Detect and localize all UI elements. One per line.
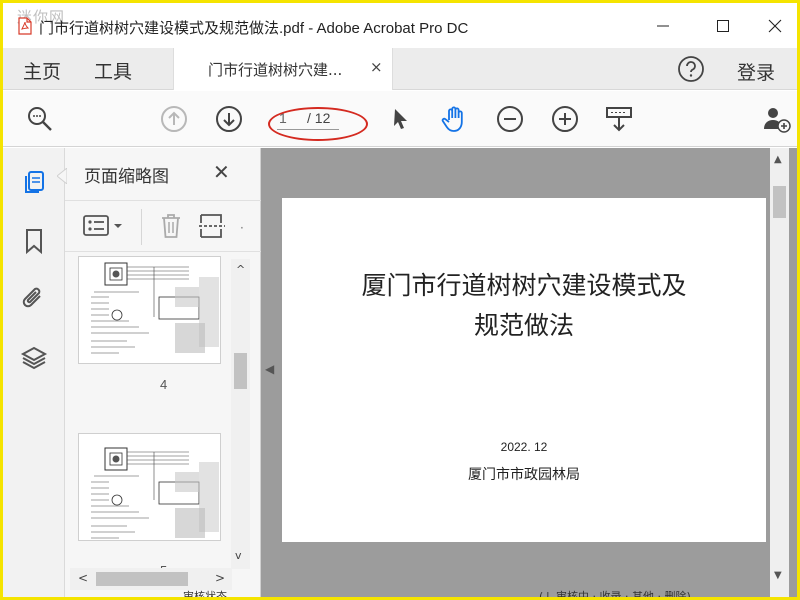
scroll-left-arrow[interactable]: < xyxy=(78,571,88,585)
tab-tools[interactable]: 工具 xyxy=(94,57,132,84)
list-options-icon xyxy=(83,215,122,236)
window-title: 门市行道树树穴建设模式及规范做法.pdf - Adobe Acrobat Pro… xyxy=(39,20,469,37)
scroll-down-arrow[interactable]: v xyxy=(235,549,242,562)
login-button[interactable]: 登录 xyxy=(737,58,775,85)
thumbnails-vertical-scrollbar[interactable]: ^ v xyxy=(231,259,250,569)
bottom-overlay-text-right: (↓ 审核中 · 收录 · 其他 · 删除) xyxy=(539,590,691,600)
scroll-mode-button[interactable] xyxy=(604,104,634,134)
copy-pages-icon xyxy=(25,171,44,193)
layers-button[interactable] xyxy=(19,343,49,373)
page-split-icon xyxy=(199,214,225,238)
cursor-arrow-icon xyxy=(394,109,407,129)
minus-circle-icon xyxy=(497,106,523,132)
document-date: 2022. 12 xyxy=(500,440,548,454)
next-page-button[interactable] xyxy=(214,104,244,134)
scrollbar-thumb[interactable] xyxy=(773,186,786,218)
document-organization: 厦门市市政园林局 xyxy=(468,467,580,483)
minimize-icon xyxy=(657,25,669,26)
document-view[interactable]: ◀ 厦门市行道树树穴建设模式及 规范做法 2022. 12 厦门市市政园林局 ▲… xyxy=(261,148,797,597)
drawing-preview xyxy=(91,262,219,354)
bookmark-icon xyxy=(26,229,42,255)
thumbnail-options-button[interactable] xyxy=(83,214,125,242)
share-user-button[interactable] xyxy=(761,104,791,134)
layers-icon xyxy=(20,346,48,370)
drawing-preview xyxy=(91,447,219,539)
document-tab-label: 门市行道树树穴建... xyxy=(208,61,343,79)
page-thumbnails-button[interactable] xyxy=(19,168,49,198)
add-user-icon xyxy=(764,108,791,133)
document-title-line-1: 厦门市行道树树穴建设模式及 xyxy=(361,271,687,300)
title-bar: 迷你网 门市行道树树穴建设模式及规范做法.pdf - Adobe Acrobat… xyxy=(3,3,797,48)
thumbnail-page-4[interactable] xyxy=(78,256,221,364)
scroll-up-arrow[interactable]: ^ xyxy=(236,263,245,276)
paperclip-icon xyxy=(22,287,41,308)
more-tools-indicator[interactable]: · xyxy=(240,221,244,235)
panel-title: 页面缩略图 xyxy=(84,167,169,187)
scrollbar-thumb[interactable] xyxy=(234,353,247,389)
document-title-line-2: 规范做法 xyxy=(473,311,574,340)
zoom-in-button[interactable] xyxy=(550,104,580,134)
document-vertical-scrollbar[interactable]: ▲ ▼ xyxy=(770,148,789,597)
pdf-file-icon xyxy=(18,17,32,35)
bookmarks-button[interactable] xyxy=(19,226,49,256)
previous-page-button[interactable] xyxy=(159,104,189,134)
toolbar-divider xyxy=(141,209,142,245)
scroll-right-arrow[interactable]: > xyxy=(215,571,225,585)
thumbnail-number: 4 xyxy=(160,377,168,392)
trash-icon xyxy=(162,214,180,238)
thumbnails-panel: 页面缩略图 ✕ · 4 ^ v < > xyxy=(57,148,261,597)
thumbnails-horizontal-scrollbar[interactable]: < > xyxy=(70,568,232,590)
arrow-down-circle-icon xyxy=(216,106,242,132)
arrow-up-circle-icon xyxy=(161,106,187,132)
tab-home[interactable]: 主页 xyxy=(23,57,61,84)
close-tab-button[interactable]: × xyxy=(370,58,383,76)
tab-document[interactable]: 门市行道树树穴建... × xyxy=(173,48,393,90)
document-page: 厦门市行道树树穴建设模式及 规范做法 2022. 12 厦门市市政园林局 xyxy=(282,198,766,542)
left-navigation-rail xyxy=(3,148,65,597)
close-icon xyxy=(768,19,782,32)
scrollbar-thumb[interactable] xyxy=(96,572,188,586)
thumbnail-page-5[interactable] xyxy=(78,433,221,541)
zoom-out-button[interactable] xyxy=(495,104,525,134)
help-icon[interactable] xyxy=(676,54,706,84)
maximize-icon xyxy=(717,19,729,32)
page-scroll-icon xyxy=(606,107,632,132)
scroll-up-arrow[interactable]: ▲ xyxy=(774,154,782,165)
bottom-overlay-text-left: 审核状态 xyxy=(183,590,227,600)
maximize-button[interactable] xyxy=(697,3,749,48)
plus-circle-icon xyxy=(552,106,578,132)
hand-icon xyxy=(441,106,463,132)
minimize-button[interactable] xyxy=(637,3,689,48)
attachments-button[interactable] xyxy=(19,284,49,314)
panel-pointer xyxy=(57,168,67,184)
extract-pages-button[interactable] xyxy=(198,212,226,244)
annotation-ellipse xyxy=(268,107,368,141)
search-zoom-icon xyxy=(28,107,52,131)
thumbnail-toolbar: · xyxy=(65,200,261,252)
app-window: 迷你网 门市行道树树穴建设模式及规范做法.pdf - Adobe Acrobat… xyxy=(0,0,800,600)
select-tool-button[interactable] xyxy=(386,104,416,134)
collapse-panel-arrow[interactable]: ◀ xyxy=(265,362,274,376)
scroll-down-arrow[interactable]: ▼ xyxy=(774,570,782,581)
close-window-button[interactable] xyxy=(749,3,797,48)
zoom-find-button[interactable] xyxy=(25,104,55,134)
delete-page-button[interactable] xyxy=(158,212,184,244)
hand-tool-button[interactable] xyxy=(440,104,470,134)
toolbar: 1 / 12 xyxy=(3,91,797,147)
close-panel-button[interactable]: ✕ xyxy=(213,160,230,184)
tab-bar: 主页 工具 门市行道树树穴建... × 登录 xyxy=(3,48,797,90)
